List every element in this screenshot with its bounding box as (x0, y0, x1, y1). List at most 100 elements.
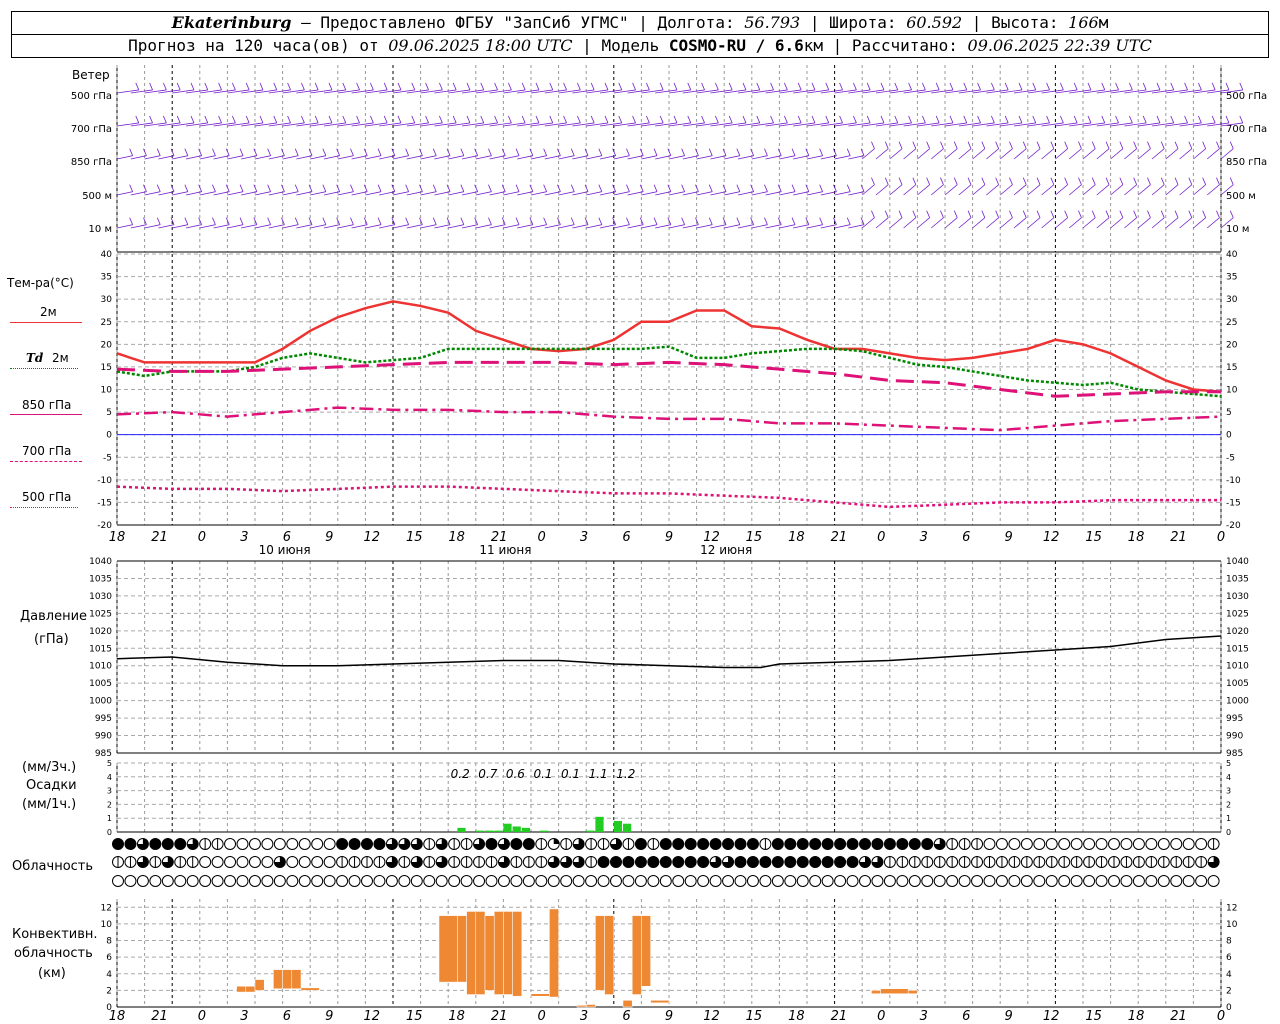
wind-barb-feather (871, 141, 875, 149)
wind-barb (1206, 217, 1220, 229)
wind-barb (254, 224, 271, 229)
wind-barb-feather (632, 82, 636, 91)
wind-barb-feather (770, 115, 774, 124)
wind-barb-feather (940, 141, 944, 149)
temp-xtick: 3 (240, 530, 248, 545)
wind-barb-feather (912, 210, 917, 218)
wind-barb-feather (439, 115, 443, 124)
cloud-symbol (373, 875, 386, 887)
cloud-symbol (933, 875, 946, 887)
temp-ytick: 20 (101, 340, 113, 350)
wind-barb (310, 155, 326, 160)
temp-xtick: 0 (537, 530, 545, 545)
wind-barb (1096, 148, 1110, 160)
wind-barb (834, 155, 851, 160)
conv-bar (595, 915, 605, 991)
wind-barb-feather (846, 184, 851, 192)
cloud-symbol (796, 875, 809, 887)
cloud-symbol (248, 838, 261, 850)
wind-barb-feather (791, 184, 796, 192)
wind-barb-feather (590, 82, 595, 91)
cloud-symbol (709, 875, 722, 887)
wind-barb-feather (963, 82, 968, 91)
pressure-ytick: 995 (95, 714, 112, 724)
cloud-symbol-fill (598, 856, 610, 868)
cloud-symbol (859, 875, 871, 887)
cloud-symbol-fill (772, 838, 784, 850)
wind-barb-feather (515, 148, 520, 156)
wind-barb-feather (1129, 82, 1133, 91)
temp-xtick: 9 (325, 530, 333, 545)
conv-label-2: облачность (14, 946, 93, 961)
precip-total-label: 1.1 (589, 767, 608, 781)
wind-barb-feather (626, 217, 630, 225)
wind-barb-feather (342, 115, 347, 124)
wind-barb-feather (129, 217, 134, 225)
wind-barb (779, 191, 796, 196)
wind-barb-feather (764, 217, 768, 225)
wind-barb-feather (908, 82, 912, 91)
wind-barb (999, 148, 1013, 160)
wind-barb-feather (791, 148, 796, 156)
precip-bar (512, 826, 521, 832)
conv-xtick: 18 (788, 1009, 805, 1024)
conv-bar (530, 993, 550, 997)
cloud-symbol-fill (822, 856, 834, 868)
wind-barb-feather (549, 82, 554, 91)
conv-bar (512, 911, 523, 997)
temp-xtick: 0 (1217, 530, 1225, 545)
precip-total-label: 1.2 (616, 767, 635, 781)
wind-barb-feather (350, 217, 354, 225)
t2m-legend-label: 2м (40, 305, 57, 319)
precip-bar (457, 827, 466, 832)
conv-bar (604, 915, 615, 995)
wind-barb-feather (460, 184, 465, 192)
cloud-symbol (385, 875, 398, 887)
wind-level-label-right: 850 гПа (1226, 157, 1267, 168)
wind-barb-feather (1174, 177, 1179, 185)
cloud-symbol-fill (747, 856, 759, 868)
temp-ytick: 35 (101, 273, 112, 283)
wind-barb-feather (1229, 141, 1234, 149)
pressure-ytick-right: 1025 (1226, 609, 1249, 619)
conv-bar (871, 990, 881, 994)
td-legend-label-2: 2м (52, 351, 69, 365)
temp-xtick: 6 (962, 530, 970, 545)
wind-barb-feather (163, 82, 167, 91)
wind-barb (889, 217, 903, 229)
wind-barb-feather (1229, 210, 1234, 218)
precip-rate-label-2: (мм/1ч.) (22, 797, 77, 812)
precip-total-label: 0.6 (506, 767, 525, 781)
wind-barb-feather (880, 115, 885, 124)
temp-ytick-right: 20 (1226, 340, 1238, 350)
wind-barb-feather (1142, 115, 1147, 124)
wind-barb-feather (259, 82, 264, 91)
wind-barb-feather (1091, 210, 1096, 218)
wind-barb (1013, 148, 1027, 160)
wind-barb-feather (397, 115, 402, 124)
wind-barb (475, 155, 492, 160)
temp-ytick: -15 (97, 498, 112, 508)
temp-xtick: 21 (831, 530, 848, 545)
wind-level-label: 700 гПа (71, 124, 112, 135)
wind-barb-feather (1170, 82, 1175, 91)
wind-barb-feather (570, 184, 575, 192)
wind-barb-feather (736, 217, 741, 225)
wind-barb-feather (577, 115, 581, 124)
cloud-symbol (124, 875, 137, 887)
wind-barb-feather (570, 148, 575, 156)
pressure-ytick: 990 (95, 732, 112, 742)
temp-xtick: 21 (1170, 530, 1187, 545)
wind-barb (1193, 217, 1206, 229)
precip-rate-label: (мм/3ч.) (22, 760, 77, 775)
wind-barb-feather (894, 82, 899, 91)
wind-barb-feather (687, 82, 692, 91)
conv-xtick: 6 (283, 1009, 291, 1024)
wind-barb (1068, 184, 1082, 196)
cloud-symbol-fill (735, 856, 746, 868)
wind-barb-feather (673, 82, 678, 91)
wind-barb-feather (681, 217, 686, 225)
wind-barb-feather (701, 82, 705, 91)
cloud-symbol-fill (834, 856, 846, 868)
cloud-symbol (697, 875, 710, 887)
